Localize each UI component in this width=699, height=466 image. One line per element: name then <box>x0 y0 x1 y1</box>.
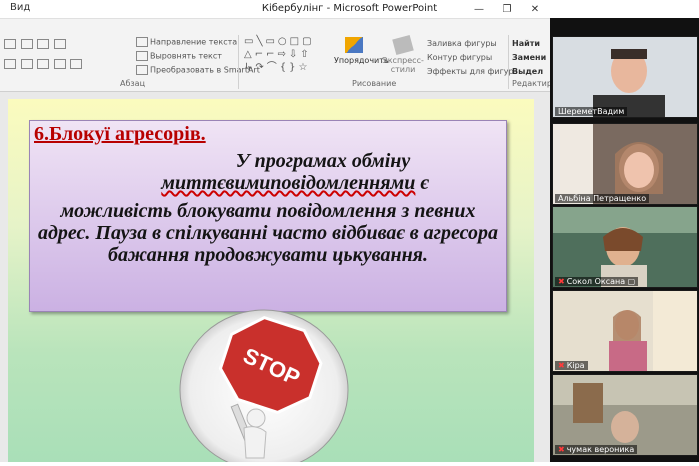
slide-heading: 6.Блокуї агресорів. <box>34 123 206 145</box>
quick-styles-icon <box>392 34 414 56</box>
participant-video <box>553 124 697 204</box>
paragraph-align-controls[interactable] <box>4 59 84 69</box>
participant-name: Альбіна Петращенко <box>555 194 650 203</box>
screen: Вид Кібербулінг - Microsoft PowerPoint —… <box>0 0 699 466</box>
align-text-icon <box>136 51 148 61</box>
replace-button[interactable]: Замени <box>512 51 546 65</box>
participant-name: ✖ Сокол Оксана ▢ <box>555 277 639 286</box>
spacing-icon[interactable] <box>53 39 66 49</box>
body-line-2-suffix: є <box>415 172 429 194</box>
muted-mic-icon: ✖ <box>558 445 565 454</box>
paragraph-list-controls[interactable] <box>4 39 68 49</box>
arrange-button[interactable]: Упорядочить <box>334 37 389 65</box>
window-controls: — ❐ ✕ <box>465 0 549 18</box>
body-line-3: можливість блокувати повідомлення з певн… <box>37 200 499 266</box>
shape-format-controls: Заливка фигуры Контур фигуры Эффекты для… <box>427 37 514 79</box>
participant-name: ШереметВадим <box>555 107 628 116</box>
paragraph-group-label: Абзац <box>120 79 146 88</box>
participant-tile[interactable]: ✖ Сокол Оксана ▢ <box>552 206 698 288</box>
participant-name: ✖ чумак вероника <box>555 445 638 454</box>
text-direction-icon <box>136 37 148 47</box>
align-left-icon[interactable] <box>4 59 16 69</box>
shape-outline-button[interactable]: Контур фигуры <box>427 51 514 65</box>
body-line-2: миттєвимиповідомленнями є <box>36 172 500 194</box>
participant-tile[interactable]: ✖ чумак вероника <box>552 374 698 456</box>
select-button[interactable]: Выдел <box>512 65 546 79</box>
indent-icon[interactable] <box>37 39 50 49</box>
slide-body-text: У програмах обміну миттєвимиповідомлення… <box>36 150 500 266</box>
ribbon-divider <box>508 35 509 89</box>
numbering-icon[interactable] <box>20 39 33 49</box>
title-bar: Вид Кібербулінг - Microsoft PowerPoint —… <box>0 0 699 19</box>
stop-sign-graphic: STOP <box>179 309 349 466</box>
editing-controls: Найти Замени Выдел <box>512 37 546 79</box>
drawing-group-label: Рисование <box>352 79 397 88</box>
minimize-button[interactable]: — <box>465 0 493 18</box>
close-button[interactable]: ✕ <box>521 0 549 18</box>
window-title: Кібербулінг - Microsoft PowerPoint <box>261 3 438 14</box>
shape-fill-button[interactable]: Заливка фигуры <box>427 37 514 51</box>
stop-sign-picture[interactable]: STOP <box>178 308 350 466</box>
text-direction-button[interactable]: Направление текста <box>136 37 237 47</box>
quick-styles-button[interactable]: Экспресс-стили <box>378 34 428 74</box>
participant-tile[interactable]: ✖ Кіра <box>552 290 698 372</box>
participant-video <box>553 207 697 287</box>
arrange-icon <box>345 37 363 53</box>
align-right-icon[interactable] <box>37 59 50 69</box>
align-text-label: Выровнять текст <box>150 51 222 61</box>
align-text-button[interactable]: Выровнять текст <box>136 51 222 61</box>
ribbon: Направление текста Выровнять текст Преоб… <box>0 19 555 92</box>
smartart-icon <box>136 65 148 75</box>
bullets-icon[interactable] <box>4 39 16 49</box>
muted-mic-icon: ✖ <box>558 361 565 370</box>
smartart-button[interactable]: Преобразовать в SmartArt <box>136 65 260 75</box>
body-line-1: У програмах обміну <box>235 150 411 172</box>
text-direction-label: Направление текста <box>150 37 238 47</box>
editing-group-label: Редактиро <box>512 79 555 88</box>
find-button[interactable]: Найти <box>512 37 546 51</box>
participant-name: ✖ Кіра <box>555 361 588 370</box>
participant-video <box>553 37 697 117</box>
participant-tile[interactable]: Альбіна Петращенко <box>552 123 698 205</box>
participant-video <box>553 291 697 371</box>
muted-mic-icon: ✖ <box>558 277 565 286</box>
justify-icon[interactable] <box>53 59 66 69</box>
shapes-gallery[interactable]: ▭╲▭○□▢ △⌐⌐⇨⇩⇧ ↳↷⌒{}☆ <box>244 35 328 79</box>
quick-styles-label: Экспресс-стили <box>382 56 424 74</box>
restore-button[interactable]: ❐ <box>493 0 521 18</box>
columns-icon[interactable] <box>70 59 83 69</box>
shape-effects-button[interactable]: Эффекты для фигур <box>427 65 514 79</box>
participant-video <box>553 375 697 455</box>
align-center-icon[interactable] <box>20 59 33 69</box>
ribbon-divider <box>238 35 239 89</box>
participant-tile[interactable]: ШереметВадим <box>552 36 698 118</box>
misspelled-word: миттєвимиповідомленнями <box>161 172 416 194</box>
